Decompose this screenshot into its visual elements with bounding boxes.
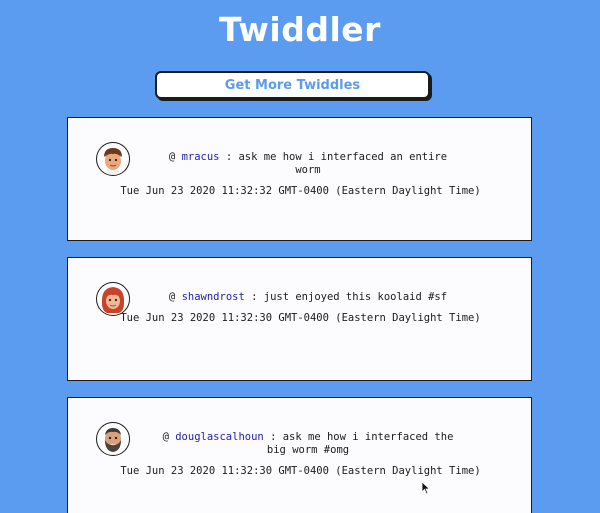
user-avatar-shawndrost[interactable] (96, 282, 130, 316)
tweet-timestamp: Tue Jun 23 2020 11:32:32 GMT-0400 (Easte… (120, 185, 481, 197)
tweet-timestamp: Tue Jun 23 2020 11:32:30 GMT-0400 (Easte… (120, 465, 481, 477)
tweet-card: @ mracus : ask me how i interfaced an en… (67, 117, 532, 241)
red-hair-memoji-icon (101, 287, 125, 313)
mouse-cursor-icon (421, 481, 431, 495)
tweet-handle[interactable]: shawndrost (182, 291, 245, 303)
tweet-message: @ shawndrost : just enjoyed this koolaid… (168, 291, 448, 303)
tweet-message: @ douglascalhoun : ask me how i interfac… (162, 431, 454, 456)
tweet-text: ask me how i interfaced the big worm #om… (266, 431, 454, 456)
user-avatar-mracus[interactable] (96, 142, 130, 176)
tweet-timestamp: Tue Jun 23 2020 11:32:30 GMT-0400 (Easte… (120, 312, 481, 324)
tweet-text: ask me how i interfaced an entire worm (238, 151, 448, 176)
tweet-handle[interactable]: douglascalhoun (175, 431, 264, 443)
tweet-card: @ douglascalhoun : ask me how i interfac… (67, 397, 532, 513)
tweet-text: just enjoyed this koolaid #sf (263, 291, 448, 303)
tweet-message: @ mracus : ask me how i interfaced an en… (168, 151, 448, 176)
app-logo: Twiddler (219, 10, 381, 49)
get-more-twiddles-button[interactable]: Get More Twiddles (155, 71, 430, 99)
user-avatar-douglascalhoun[interactable] (96, 422, 130, 456)
tweet-card: @ shawndrost : just enjoyed this koolaid… (67, 257, 532, 381)
bearded-memoji-icon (105, 428, 121, 452)
tweet-handle[interactable]: mracus (182, 151, 220, 163)
male-memoji-icon (104, 148, 122, 175)
